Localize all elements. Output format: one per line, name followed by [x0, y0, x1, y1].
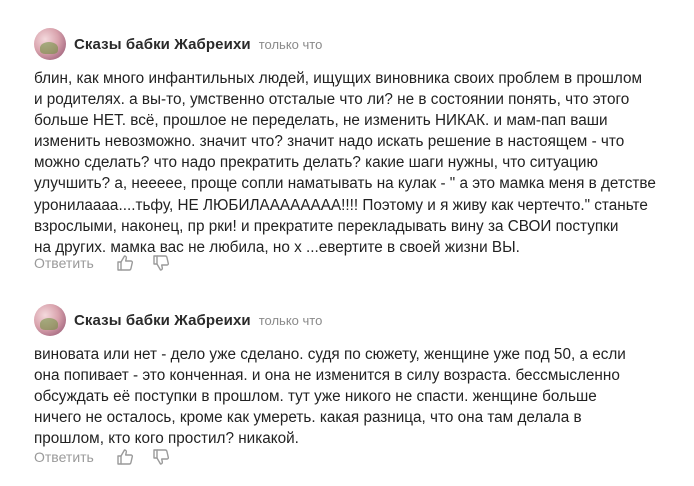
- comment-text-line: больше НЕТ. всё, прошлое не переделать, …: [34, 112, 608, 130]
- comment-text-line: и родителях. а вы-то, умственно отсталые…: [34, 91, 630, 109]
- comment-header: Сказы бабки Жабреихи только что: [34, 22, 322, 66]
- avatar[interactable]: [34, 304, 66, 336]
- comment-text-line: обсуждать её поступки в прошлом. тут уже…: [34, 388, 597, 406]
- avatar[interactable]: [34, 28, 66, 60]
- comment-text-line: она попивает - это конченная. и она не и…: [34, 367, 620, 385]
- comment-text-line: взрослыми, наконец, пр рки! и прекратите…: [34, 217, 619, 235]
- comment-timestamp: только что: [258, 36, 323, 52]
- thumbs-down-icon[interactable]: [152, 254, 170, 272]
- reply-button[interactable]: Ответить: [34, 449, 94, 465]
- thumbs-down-icon[interactable]: [152, 448, 170, 466]
- comment-text-line: блин, как много инфантильных людей, ищущ…: [34, 70, 643, 87]
- comment-actions: Ответить: [34, 254, 188, 272]
- comment-timestamp: только что: [258, 312, 323, 328]
- comment-text-line: виновата или нет - дело уже сделано. суд…: [34, 346, 626, 363]
- comment-text: виновата или нет - дело уже сделано. суд…: [34, 344, 664, 449]
- comment-text-line: уронилаааа....тьфу, НЕ ЛЮБИЛАААААААА!!!!…: [34, 196, 648, 214]
- comment-text-line: улучшить? а, нееееe, проще сопли наматыв…: [34, 175, 656, 193]
- comment-text: блин, как много инфантильных людей, ищущ…: [34, 68, 664, 258]
- thumbs-up-icon[interactable]: [116, 448, 134, 466]
- comment-actions: Ответить: [34, 448, 188, 466]
- reply-button[interactable]: Ответить: [34, 255, 94, 271]
- comment-header: Сказы бабки Жабреихи только что: [34, 298, 322, 342]
- comment-text-line: ничего не осталось, кроме как умереть. к…: [34, 409, 582, 427]
- comment-text-line: прошлом, кто кого простил? никакой.: [34, 430, 299, 448]
- comment-text-line: изменить невозможно. значит что? значит …: [34, 133, 625, 151]
- author-name[interactable]: Сказы бабки Жабреихи: [74, 312, 251, 329]
- author-name[interactable]: Сказы бабки Жабреихи: [74, 36, 251, 53]
- comment-text-line: можно сделать? что надо прекратить делат…: [34, 154, 598, 172]
- thumbs-up-icon[interactable]: [116, 254, 134, 272]
